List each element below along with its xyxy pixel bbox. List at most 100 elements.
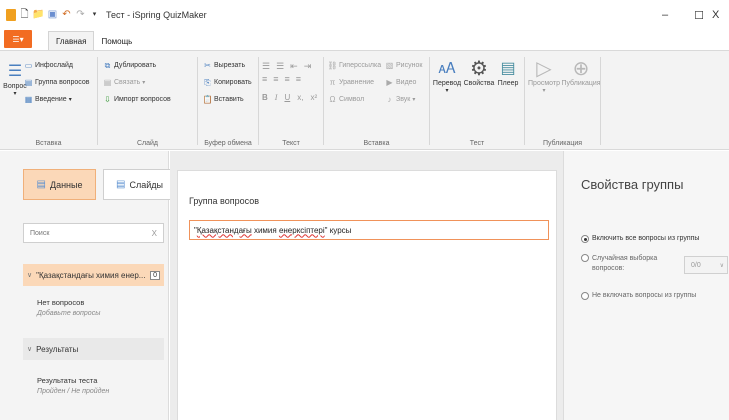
bullet-list-icon[interactable]: ☰ bbox=[262, 61, 270, 72]
chevron-down-icon[interactable]: ∨ bbox=[27, 345, 32, 353]
results-item[interactable]: Результаты теста bbox=[37, 376, 97, 385]
align-justify-icon[interactable]: ≡ bbox=[296, 74, 301, 84]
card-title: Группа вопросов bbox=[189, 196, 259, 206]
picture-icon: ▧ bbox=[385, 61, 394, 70]
duplicate-button[interactable]: ⧉ Дублировать bbox=[103, 60, 157, 70]
align-right-icon[interactable]: ≡ bbox=[285, 74, 290, 84]
ribbon-group-insert: ☰ Вопрос ▾ ▭ Инфослайд ▤ Группа вопросов ▦… bbox=[0, 51, 97, 151]
link-button[interactable]: ▤ Связать ▾ bbox=[103, 78, 146, 87]
copy-icon: ⎘ bbox=[204, 77, 211, 87]
import-icon: ⇩ bbox=[104, 95, 111, 104]
add-questions-hint[interactable]: Добавьте вопросы bbox=[37, 310, 100, 317]
group-label-text: Текст bbox=[282, 140, 300, 147]
superscript-button[interactable]: x² bbox=[310, 93, 317, 102]
equation-button[interactable]: π Уравнение bbox=[328, 78, 374, 87]
info-slide-button[interactable]: ▭ Инфослайд bbox=[24, 61, 73, 70]
chevron-down-icon[interactable]: ∨ bbox=[27, 271, 32, 279]
numbered-list-icon[interactable]: ☰ bbox=[276, 61, 284, 72]
group-label-clipboard: Буфер обмена bbox=[204, 140, 252, 147]
group-card: Группа вопросов " Қазақстандағы химия ене… bbox=[177, 170, 557, 420]
paste-icon: 📋 bbox=[202, 95, 213, 104]
preview-button[interactable]: ▷ Просмотр ▾ bbox=[527, 56, 561, 95]
tab-slides[interactable]: ▤ Слайды bbox=[103, 169, 176, 200]
redo-icon[interactable]: ↷ bbox=[75, 9, 86, 21]
ribbon-tabs: ☰▾ Главная Помощь bbox=[0, 30, 729, 50]
app-logo bbox=[6, 9, 16, 21]
random-count-stepper[interactable]: 0/0 ∨ bbox=[684, 256, 728, 274]
question-group-item[interactable]: ∨ "Қазақстандағы химия енер... 0 bbox=[23, 264, 164, 286]
no-questions-label: Нет вопросов bbox=[37, 298, 85, 307]
ribbon-group-test: 🗚 Перевод ▾ ⚙ Свойства ▤ Плеер Тест bbox=[430, 51, 524, 151]
quick-access-toolbar: 🗋 📁 ▣ ↶ ↷ ▾ Тест - iSpring QuizMaker bbox=[0, 0, 207, 30]
question-group-icon: ▤ bbox=[24, 78, 33, 87]
left-panel: ▤ Данные ▤ Слайды X ∨ "Қазақстандағы хим… bbox=[0, 151, 176, 420]
play-icon: ▷ bbox=[536, 57, 552, 80]
search-clear-button[interactable]: X bbox=[152, 229, 157, 238]
customize-arrow-icon[interactable]: ▾ bbox=[89, 9, 100, 21]
cut-button[interactable]: ✂ Вырезать bbox=[203, 61, 245, 70]
radio-include-all[interactable]: Включить все вопросы из группы bbox=[581, 235, 699, 243]
question-group-name: "Қазақстандағы химия енер... bbox=[36, 270, 146, 280]
radio-random[interactable]: Случайная выборка вопросов: bbox=[581, 254, 676, 274]
results-sub: Пройден / Не пройден bbox=[37, 388, 110, 395]
new-document-icon[interactable]: 🗋 bbox=[19, 9, 30, 21]
question-group-button[interactable]: ▤ Группа вопросов bbox=[24, 78, 90, 87]
align-left-icon[interactable]: ≡ bbox=[262, 74, 267, 84]
translate-button[interactable]: 🗚 Перевод ▾ bbox=[432, 56, 462, 95]
question-count-badge: 0 bbox=[150, 270, 160, 280]
ribbon-group-insert-media: ⛓ Гиперссылка π Уравнение Ω Символ ▧ Рисунок… bbox=[324, 51, 429, 151]
align-center-icon[interactable]: ≡ bbox=[273, 74, 278, 84]
radio-dot[interactable] bbox=[581, 292, 589, 300]
italic-button[interactable]: I bbox=[275, 93, 278, 102]
tab-home[interactable]: Главная bbox=[48, 31, 95, 50]
radio-dot[interactable] bbox=[581, 254, 589, 262]
undo-icon[interactable]: ↶ bbox=[61, 9, 72, 21]
picture-button[interactable]: ▧ Рисунок bbox=[385, 61, 423, 70]
search-input[interactable] bbox=[30, 229, 148, 237]
save-icon[interactable]: ▣ bbox=[47, 9, 58, 21]
minimize-button[interactable]: – bbox=[650, 0, 680, 30]
underline-button[interactable]: U bbox=[284, 93, 290, 102]
window-title: Тест - iSpring QuizMaker bbox=[106, 10, 207, 20]
publish-button[interactable]: ⊕ Публикация bbox=[561, 56, 600, 88]
import-questions-button[interactable]: ⇩ Импорт вопросов bbox=[103, 95, 171, 104]
duplicate-icon: ⧉ bbox=[104, 60, 111, 70]
properties-title: Свойства группы bbox=[581, 177, 684, 192]
close-button[interactable]: X bbox=[712, 0, 729, 30]
tab-data[interactable]: ▤ Данные bbox=[23, 169, 96, 200]
video-button[interactable]: ▶ Видео bbox=[385, 78, 416, 87]
radio-dot[interactable] bbox=[581, 235, 589, 243]
player-icon: ▤ bbox=[500, 60, 516, 77]
equation-icon: π bbox=[329, 78, 336, 87]
tab-help[interactable]: Помощь bbox=[94, 32, 139, 50]
globe-icon: ⊕ bbox=[572, 57, 590, 80]
ribbon-group-publish: ▷ Просмотр ▾ ⊕ Публикация Публикация bbox=[525, 51, 601, 151]
player-button[interactable]: ▤ Плеер bbox=[495, 56, 521, 87]
properties-button[interactable]: ⚙ Свойства bbox=[464, 56, 495, 88]
copy-button[interactable]: ⎘ Копировать bbox=[203, 77, 251, 87]
group-name-input[interactable]: " Қазақстандағы химия енерксіптері " курсы bbox=[189, 220, 549, 240]
bold-button[interactable]: B bbox=[262, 93, 268, 102]
intro-button[interactable]: ▦ Введение ▾ bbox=[24, 95, 72, 104]
chevron-down-icon[interactable]: ∨ bbox=[720, 262, 724, 269]
right-panel: Свойства группы Включить все вопросы из … bbox=[563, 151, 729, 420]
open-folder-icon[interactable]: 📁 bbox=[32, 9, 44, 21]
increase-indent-icon[interactable]: ⇥ bbox=[304, 61, 312, 72]
symbol-button[interactable]: Ω Символ bbox=[328, 95, 365, 104]
maximize-button[interactable]: ☐ bbox=[684, 0, 714, 30]
hyperlink-button[interactable]: ⛓ Гиперссылка bbox=[327, 61, 381, 70]
decrease-indent-icon[interactable]: ⇤ bbox=[290, 61, 298, 72]
group-label-publish: Публикация bbox=[542, 140, 583, 147]
scissors-icon: ✂ bbox=[204, 61, 211, 70]
group-label-insert-media: Вставка bbox=[363, 140, 390, 147]
translate-icon: 🗚 bbox=[438, 59, 456, 77]
format-controls: B I U x, x² bbox=[262, 93, 317, 102]
align-controls: ≡ ≡ ≡ ≡ bbox=[262, 74, 301, 84]
results-group-item[interactable]: ∨ Результаты bbox=[23, 338, 164, 360]
paste-button[interactable]: 📋 Вставить bbox=[203, 95, 244, 104]
radio-exclude[interactable]: Не включать вопросы из группы bbox=[581, 292, 696, 300]
file-menu-button[interactable]: ☰▾ bbox=[4, 30, 32, 48]
ribbon-group-clipboard: ✂ Вырезать ⎘ Копировать 📋 Вставить Буфер об… bbox=[198, 51, 258, 151]
subscript-button[interactable]: x, bbox=[297, 93, 303, 102]
audio-button[interactable]: ♪ Звук ▾ bbox=[385, 95, 416, 104]
